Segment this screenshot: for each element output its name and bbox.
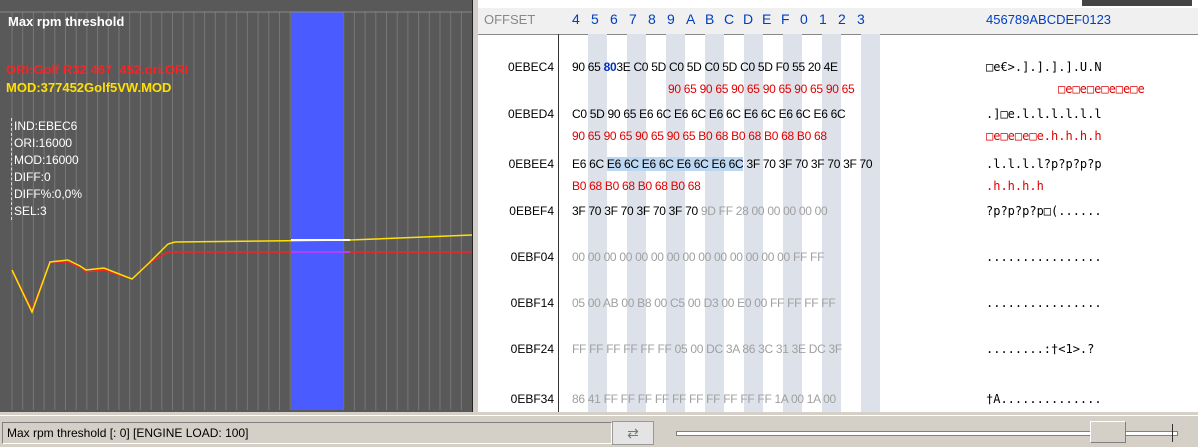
row-address: 0EBEC4	[507, 60, 554, 74]
hex-byte-group: 80	[603, 60, 617, 74]
ori-diff-hex: B0 68 B0 68 B0 68 B0 68	[572, 179, 701, 193]
row-hex-bytes[interactable]: 90 65 803E C0 5D C0 5D C0 5D C0 5D F0 55…	[572, 60, 838, 74]
hex-byte-group: FF FF FF FF FF FF 05 00 DC 3A 86 3C 31 3…	[572, 342, 842, 356]
hex-byte-group: 05 00 AB 00 B8 00 C5 00 D3 00 E0 00 FF F…	[572, 296, 836, 310]
row-hex-bytes[interactable]: 86 41 FF FF FF FF FF FF FF FF FF FF 1A 0…	[572, 392, 836, 406]
ori-diff-hex: 90 65 90 65 90 65 90 65 90 65 90 65	[668, 82, 855, 96]
row-hex-bytes[interactable]: 00 00 00 00 00 00 00 00 00 00 00 00 00 0…	[572, 250, 824, 264]
ori-diff-ascii: □e□e□e□e□e□e	[1058, 82, 1145, 96]
info-diff: DIFF:0	[14, 170, 51, 184]
column-header: A	[686, 11, 696, 27]
row-address: 0EBF34	[510, 392, 554, 406]
slider-end-tick	[1172, 424, 1173, 442]
ori-file-label: ORI:Golf R32 467_452.ori.ORI	[6, 62, 189, 77]
ori-diff-hex: 90 65 90 65 90 65 90 65 B0 68 B0 68 B0 6…	[572, 129, 827, 143]
hex-header: OFFSET 456789ABCDEF0123 456789ABCDEF0123	[478, 8, 1198, 35]
column-stripe	[860, 34, 880, 412]
hex-byte-group: E6 6C E6 6C E6 6C E6 6C	[606, 157, 744, 171]
row-address: 0EBED4	[507, 107, 554, 121]
hex-byte-group: C0 5D 90 65 E6 6C E6 6C E6 6C E6 6C E6 6…	[572, 107, 846, 121]
row-ascii[interactable]: ?p?p?p?p□(......	[986, 204, 1102, 218]
row-hex-bytes[interactable]: 3F 70 3F 70 3F 70 3F 70 9D FF 28 00 00 0…	[572, 204, 828, 218]
row-hex-bytes[interactable]: C0 5D 90 65 E6 6C E6 6C E6 6C E6 6C E6 6…	[572, 107, 846, 121]
row-ascii[interactable]: ................	[986, 296, 1102, 310]
row-hex-bytes[interactable]: 05 00 AB 00 B8 00 C5 00 D3 00 E0 00 FF F…	[572, 296, 836, 310]
swap-icon[interactable]: ⇄	[612, 421, 654, 445]
hex-byte-group: 00 00 00 00 00 00 00 00 00 00 00 00 00 0…	[572, 250, 825, 264]
column-header: 6	[610, 11, 618, 27]
column-header: 0	[800, 11, 808, 27]
info-selection-count: SEL:3	[14, 204, 47, 218]
row-ascii[interactable]: □e€>.].].].].U.N	[986, 60, 1102, 74]
column-header: 2	[838, 11, 846, 27]
row-address: 0EBF04	[510, 250, 554, 264]
map-title: Max rpm threshold	[8, 14, 125, 29]
status-bar: Max rpm threshold [: 0] [ENGINE LOAD: 10…	[0, 415, 1198, 447]
row-hex-bytes[interactable]: FF FF FF FF FF FF 05 00 DC 3A 86 3C 31 3…	[572, 342, 842, 356]
hex-byte-group: 90 65	[572, 60, 604, 74]
info-diff-percent: DIFF%:0,0%	[14, 187, 83, 201]
hex-byte-group: 3F 70 3F 70 3F 70 3F 70	[572, 204, 701, 218]
column-header: C	[724, 11, 735, 27]
hex-byte-group: 86 41 FF FF FF FF FF FF FF FF FF FF 1A 0…	[572, 392, 836, 406]
column-header: 7	[629, 11, 637, 27]
row-ascii[interactable]: .]□e.l.l.l.l.l.l	[986, 107, 1102, 121]
column-header: F	[781, 11, 790, 27]
info-ori-value: ORI:16000	[14, 136, 73, 150]
hex-editor-panel[interactable]: OFFSET 456789ABCDEF0123 456789ABCDEF0123…	[478, 0, 1198, 412]
hex-byte-group: 3E C0 5D C0 5D C0 5D C0 5D F0 55 20 4E	[616, 60, 838, 74]
row-address: 0EBEF4	[509, 204, 554, 218]
row-hex-bytes[interactable]: E6 6C E6 6C E6 6C E6 6C E6 6C 3F 70 3F 7…	[572, 157, 873, 171]
row-address: 0EBEE4	[508, 157, 554, 171]
column-header: 5	[591, 11, 599, 27]
hex-byte-group: 3F 70 3F 70 3F 70 3F 70	[743, 157, 873, 171]
row-ascii[interactable]: .l.l.l.l?p?p?p?p	[986, 157, 1102, 171]
row-address: 0EBF24	[510, 342, 554, 356]
address-separator	[558, 34, 559, 412]
slider-thumb[interactable]	[1090, 421, 1126, 443]
row-ascii[interactable]: †A..............	[986, 392, 1102, 406]
cell-info-box: IND:EBEC6 ORI:16000 MOD:16000 DIFF:0 DIF…	[11, 118, 82, 220]
column-header: 8	[648, 11, 656, 27]
ascii-header: 456789ABCDEF0123	[986, 12, 1112, 27]
row-ascii[interactable]: ........:†<1>.?	[986, 342, 1094, 356]
hex-byte-group: E6 6C	[572, 157, 607, 171]
column-headers: 456789ABCDEF0123	[572, 11, 876, 27]
ori-diff-ascii: .h.h.h.h	[986, 179, 1044, 193]
offset-header: OFFSET	[484, 12, 536, 27]
column-header: 3	[857, 11, 865, 27]
row-ascii[interactable]: ................	[986, 250, 1102, 264]
top-scroll-indicator[interactable]	[1082, 0, 1192, 6]
column-header: E	[762, 11, 772, 27]
ori-diff-ascii: □e□e□e□e.h.h.h.h	[986, 129, 1102, 143]
column-header: B	[705, 11, 715, 27]
column-header: 1	[819, 11, 827, 27]
column-header: D	[743, 11, 754, 27]
hex-byte-group: 9D FF 28 00 00 00 00 00	[700, 204, 828, 218]
column-header: 9	[667, 11, 675, 27]
info-index: IND:EBEC6	[14, 119, 78, 133]
selection-band	[291, 12, 343, 410]
row-address: 0EBF14	[510, 296, 554, 310]
map-graph-panel[interactable]: Max rpm threshold ORI:Golf R32 467_452.o…	[0, 0, 473, 412]
status-text: Max rpm threshold [: 0] [ENGINE LOAD: 10…	[2, 422, 612, 444]
mod-file-label: MOD:377452Golf5VW.MOD	[6, 80, 172, 95]
info-mod-value: MOD:16000	[14, 153, 79, 167]
column-header: 4	[572, 11, 580, 27]
